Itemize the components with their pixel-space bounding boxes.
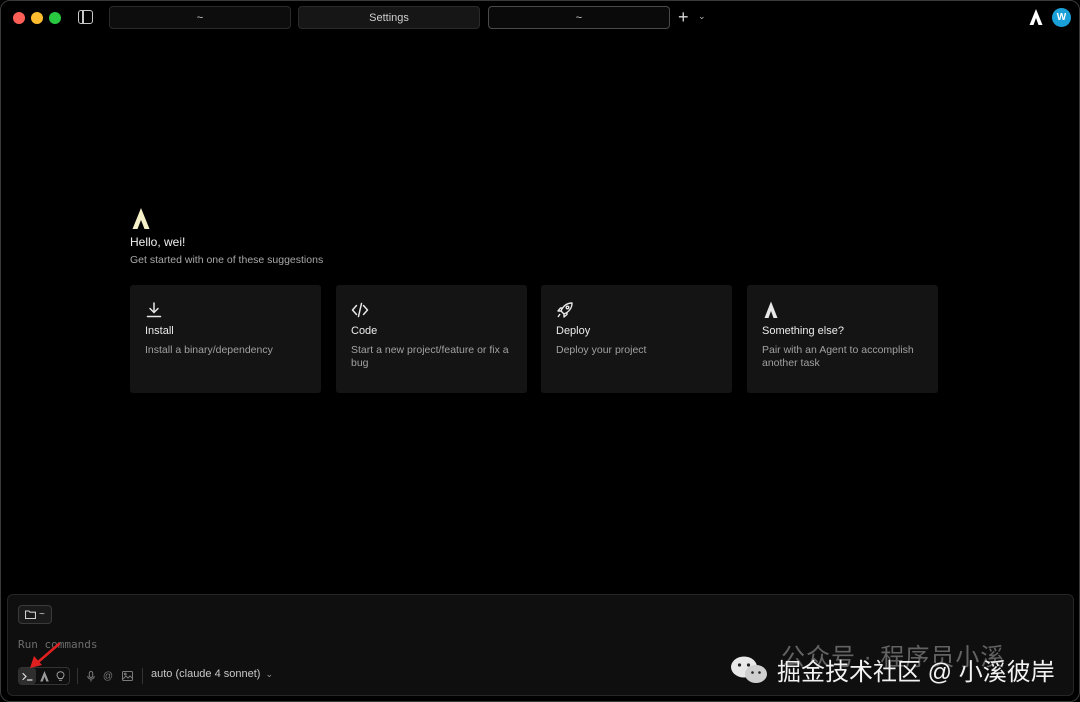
agent-mode-button[interactable] [36, 668, 53, 684]
terminal-icon [22, 672, 33, 681]
divider [142, 668, 143, 684]
agent-logo-icon[interactable] [1029, 9, 1043, 26]
tab-home-1[interactable]: ~ [109, 6, 291, 29]
tab-label: ~ [196, 11, 204, 24]
suggestion-card-something-else[interactable]: Something else? Pair with an Agent to ac… [747, 285, 938, 393]
watermark-text: 掘金技术社区 @ 小溪彼岸 [777, 659, 1055, 686]
tab-settings[interactable]: Settings [298, 6, 480, 29]
card-title: Deploy [556, 325, 591, 337]
card-title: Code [351, 325, 378, 337]
suggestion-card-install[interactable]: Install Install a binary/dependency [130, 285, 321, 393]
mention-icon[interactable]: @ [101, 669, 115, 683]
lightbulb-icon [56, 670, 65, 681]
folder-icon [25, 610, 36, 619]
divider [77, 668, 78, 684]
sidebar-toggle-icon[interactable] [78, 10, 93, 24]
directory-label: ~ [39, 609, 45, 620]
tab-home-active[interactable]: ~ [488, 6, 670, 29]
tab-label: Settings [369, 11, 409, 24]
title-bar: ~ Settings ~ + ⌄ W [1, 1, 1079, 35]
new-tab-button[interactable]: + [678, 7, 689, 27]
rocket-icon [557, 302, 573, 318]
minimize-window-button[interactable] [31, 12, 43, 24]
maximize-window-button[interactable] [49, 12, 61, 24]
close-window-button[interactable] [13, 12, 25, 24]
app-window: ~ Settings ~ + ⌄ W Hello, wei! Get start… [0, 0, 1080, 702]
card-description: Deploy your project [556, 344, 647, 356]
image-icon [121, 671, 133, 681]
image-attach-button[interactable] [120, 669, 134, 683]
chevron-down-icon: ⌄ [265, 668, 274, 679]
suggestion-mode-button[interactable] [52, 668, 69, 684]
mode-switcher [18, 667, 70, 685]
suggestion-card-code[interactable]: Code Start a new project/feature or fix … [336, 285, 527, 393]
red-arrow-annotation [30, 642, 61, 668]
watermark-overlay: 掘金技术社区 @ 小溪彼岸 [729, 652, 1055, 687]
microphone-icon [87, 670, 95, 681]
greeting-subtitle: Get started with one of these suggestion… [130, 254, 324, 266]
card-description: Start a new project/feature or fix a bug [351, 344, 509, 369]
terminal-mode-button[interactable] [19, 668, 36, 684]
microphone-button[interactable] [84, 669, 98, 683]
agent-logo-icon [132, 208, 150, 229]
card-title: Install [145, 325, 174, 337]
model-selector[interactable]: auto (claude 4 sonnet) ⌄ [151, 668, 273, 680]
tab-label: ~ [575, 11, 583, 24]
wechat-logo-icon [731, 656, 767, 683]
agent-logo-icon [39, 670, 49, 681]
directory-chip[interactable]: ~ [18, 605, 52, 624]
card-title: Something else? [762, 325, 844, 337]
greeting-heading: Hello, wei! [130, 235, 186, 249]
suggestion-card-deploy[interactable]: Deploy Deploy your project [541, 285, 732, 393]
model-label: auto (claude 4 sonnet) [151, 668, 261, 680]
chevron-down-icon[interactable]: ⌄ [698, 11, 706, 22]
download-icon [146, 302, 162, 318]
card-description: Pair with an Agent to accomplish another… [762, 344, 914, 369]
avatar[interactable]: W [1052, 8, 1071, 27]
code-icon [351, 302, 369, 318]
card-description: Install a binary/dependency [145, 344, 273, 356]
agent-logo-icon [764, 301, 778, 318]
command-input[interactable] [18, 636, 618, 652]
